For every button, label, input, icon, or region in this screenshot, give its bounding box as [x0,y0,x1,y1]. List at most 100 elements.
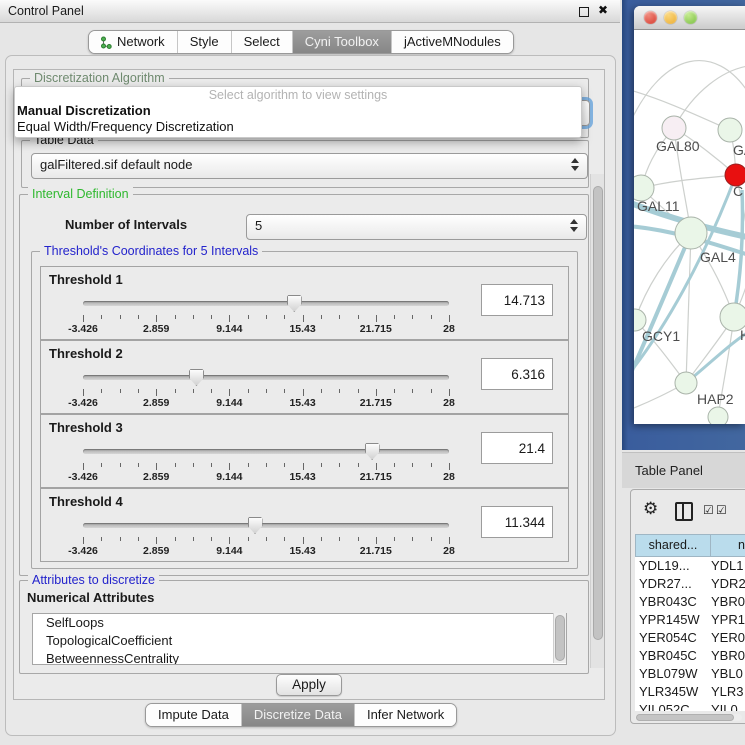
list-item[interactable]: TopologicalCoefficient [33,632,566,650]
float-icon[interactable] [579,7,589,17]
slider-track[interactable] [83,301,449,306]
tick-mark [193,389,194,393]
close-icon[interactable]: ✖ [598,3,608,17]
tick-mark [193,537,194,541]
table-row[interactable]: YIL052CYIL0 [635,701,745,711]
tab-infer-network[interactable]: Infer Network [355,704,456,726]
network-node-hap2[interactable] [675,372,697,394]
network-window: GAL80GACGAL11GAL4GCY1HHAP2 [634,6,745,424]
tick-label: 28 [443,545,455,557]
tick-label: -3.426 [68,397,98,409]
table-row[interactable]: YDL19...YDL1 [635,557,745,575]
columns-icon[interactable] [675,502,693,521]
zoom-traffic-icon[interactable] [684,11,697,24]
table-row[interactable]: YBR043CYBR0 [635,593,745,611]
threshold-slider[interactable]: -3.4262.8599.14415.4321.71528 [83,515,453,557]
minimize-traffic-icon[interactable] [664,11,677,24]
network-edge[interactable] [686,233,691,383]
tick-mark [412,463,413,467]
slider-thumb[interactable] [365,443,380,460]
tick-mark [266,537,267,541]
tab-style[interactable]: Style [178,31,232,53]
table-row[interactable]: YPR145WYPR1 [635,611,745,629]
num-intervals-combo[interactable]: 5 [246,214,587,240]
tick-mark [120,537,121,541]
tick-label: 9.144 [216,545,242,557]
combo-arrows-icon [570,219,579,232]
tick-mark [358,389,359,393]
network-node-gal80[interactable] [662,116,686,140]
network-node-ga[interactable] [718,118,742,142]
tab-impute-data[interactable]: Impute Data [146,704,242,726]
dropdown-item-manual[interactable]: Manual Discretization [15,103,581,119]
tick-label: 2.859 [143,323,169,335]
tab-label: Network [117,31,165,53]
tab-jactivemnodules[interactable]: jActiveMNodules [392,31,513,53]
cell-name: YIL0 [711,701,745,711]
network-edge[interactable] [634,61,745,125]
network-node-gal4[interactable] [675,217,707,249]
threshold-slider[interactable]: -3.4262.8599.14415.4321.71528 [83,441,453,483]
list-item[interactable]: BetweennessCentrality [33,650,566,665]
table-row[interactable]: YLR345WYLR3 [635,683,745,701]
table-row[interactable]: YER054CYER0 [635,629,745,647]
tick-mark [321,389,322,393]
cell-name: YDR2 [711,575,745,593]
apply-button[interactable]: Apply [276,674,342,696]
tick-mark [394,463,395,467]
tick-label: 2.859 [143,397,169,409]
tick-mark [156,315,157,322]
tab-discretize-data[interactable]: Discretize Data [242,704,355,726]
attribute-list[interactable]: SelfLoopsTopologicalCoefficientBetweenne… [32,613,567,665]
panel-scrollbar[interactable] [590,174,604,668]
threshold-value-field[interactable]: 14.713 [481,284,553,316]
table-hscrollbar[interactable] [635,714,742,721]
column-header-name[interactable]: n [711,534,745,557]
table-data-combo[interactable]: galFiltered.sif default node [31,153,588,179]
list-item[interactable]: SelfLoops [33,614,566,632]
tick-mark [156,389,157,396]
threshold-slider[interactable]: -3.4262.8599.14415.4321.71528 [83,293,453,335]
network-edge-thick[interactable] [686,330,745,383]
tick-mark [266,315,267,319]
slider-track[interactable] [83,449,449,454]
threshold-slider[interactable]: -3.4262.8599.14415.4321.71528 [83,367,453,409]
attribute-list-scrollbar[interactable] [553,613,566,663]
cell-name: YDL1 [711,557,745,575]
dropdown-item-equal-width[interactable]: Equal Width/Frequency Discretization [15,119,581,135]
tick-mark [83,389,84,396]
tick-mark [83,315,84,322]
thresholds-group-title: Threshold's Coordinates for 5 Intervals [40,244,262,258]
network-node[interactable] [708,407,728,424]
node-label: C [733,183,743,199]
threshold-value-field[interactable]: 11.344 [481,506,553,538]
slider-thumb[interactable] [248,517,263,534]
threshold-value-field[interactable]: 6.316 [481,358,553,390]
slider-thumb[interactable] [189,369,204,386]
column-header-shared[interactable]: shared... [635,534,711,557]
attributes-group-title: Attributes to discretize [28,573,159,587]
table-row[interactable]: YBR045CYBR0 [635,647,745,665]
tab-network[interactable]: Network [89,31,178,53]
tick-mark [412,537,413,541]
slider-track[interactable] [83,375,449,380]
gear-icon[interactable]: ⚙ [643,499,658,519]
network-edge[interactable] [641,175,736,188]
tab-label: jActiveMNodules [404,31,501,53]
tick-mark [321,463,322,467]
table-row[interactable]: YBL079WYBL0 [635,665,745,683]
threshold-panel: Threshold 3-3.4262.8599.14415.4321.71528… [40,414,569,488]
attributes-group: Attributes to discretize Numerical Attri… [19,580,589,674]
threshold-value-field[interactable]: 21.4 [481,432,553,464]
tab-select[interactable]: Select [232,31,293,53]
slider-track[interactable] [83,523,449,528]
dropdown-hint-item[interactable]: Select algorithm to view settings [15,87,581,103]
checkbox-icon[interactable]: ☑ [703,503,714,517]
slider-thumb[interactable] [287,295,302,312]
network-canvas[interactable]: GAL80GACGAL11GAL4GCY1HHAP2 [634,30,745,424]
table-row[interactable]: YDR27...YDR2 [635,575,745,593]
tab-cyni-toolbox[interactable]: Cyni Toolbox [293,31,392,53]
tick-mark [394,389,395,393]
close-traffic-icon[interactable] [644,11,657,24]
checkbox-icon[interactable]: ☑ [716,503,727,517]
